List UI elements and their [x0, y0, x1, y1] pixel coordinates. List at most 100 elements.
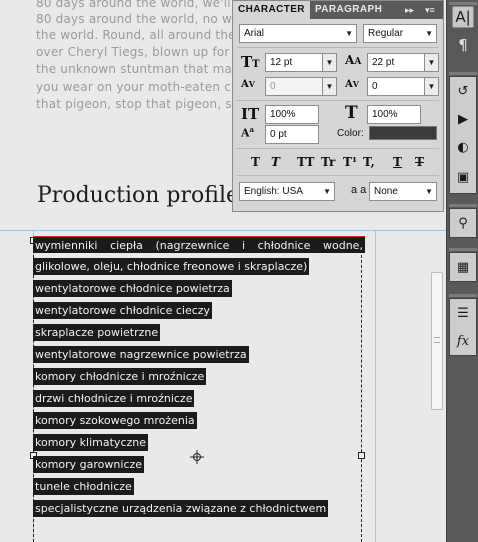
paragraph-icon[interactable]: ¶	[452, 34, 474, 56]
superscript-button[interactable]: T¹	[343, 155, 357, 169]
dock-group-grip	[449, 204, 477, 207]
collapse-panel-icon[interactable]: ▸▸	[405, 1, 414, 19]
selected-text-line[interactable]: komory chłodnicze i mroźnicze	[33, 368, 207, 385]
selected-text-line[interactable]: komory szokowego mrożenia	[33, 412, 197, 429]
vertical-scale-input[interactable]: 100%	[265, 105, 319, 124]
panel-divider	[237, 100, 439, 101]
dock-group-grip	[449, 2, 477, 5]
anti-alias-icon: a a	[351, 184, 367, 196]
masks-icon[interactable]: ▣	[452, 166, 474, 188]
selected-text-line[interactable]: skraplacze powietrzne	[33, 324, 161, 341]
chevron-down-icon: ▼	[323, 187, 331, 196]
font-family-value: Arial	[244, 28, 265, 39]
background-text-line: 80 days around the world, we'll find	[36, 0, 259, 10]
baseline-shift-input[interactable]: 0 pt	[265, 125, 319, 144]
styles-icon[interactable]: ◐	[452, 136, 474, 158]
font-style-select[interactable]: Regular ▼	[363, 24, 437, 43]
anti-alias-select[interactable]: None ▼	[369, 182, 437, 201]
panel-dock-toolbar: A| ¶ ↺ ▶ ◐ ▣ ⚲ ▦ ☰ fx	[446, 0, 478, 542]
chevron-down-icon: ▼	[345, 29, 353, 38]
selected-text-line[interactable]: tunele chłodnicze	[33, 478, 134, 495]
selected-text-line[interactable]: komory klimatyczne	[33, 434, 149, 451]
selected-text-line[interactable]: wentylatorowe chłodnice cieczy	[33, 302, 213, 319]
selected-word: (nagrzewnice	[155, 239, 230, 252]
panel-divider	[237, 148, 439, 149]
font-size-value: 12 pt	[270, 57, 293, 68]
chevron-down-icon[interactable]: ▼	[424, 54, 438, 71]
leading-icon: AA	[345, 53, 362, 67]
font-size-icon: TT	[241, 53, 260, 71]
baseline-shift-icon: Aa	[241, 125, 255, 140]
heading-text[interactable]: Production profile	[37, 183, 239, 208]
text-color-swatch[interactable]	[369, 126, 437, 140]
font-size-input[interactable]: 12 pt ▼	[265, 53, 337, 72]
kerning-select[interactable]: 0 ▼	[265, 77, 337, 96]
kerning-icon: AV	[241, 79, 255, 90]
crosshair-icon	[190, 450, 204, 464]
chevron-down-icon[interactable]: ▼	[322, 78, 336, 95]
frame-handle-middle-right[interactable]	[358, 452, 365, 459]
history-icon[interactable]: ↺	[452, 80, 474, 102]
background-text-line: the unknown stuntman that makes	[36, 62, 253, 76]
strikethrough-button[interactable]: T	[415, 155, 424, 169]
background-text-line: that pigeon, stop that pigeon, stop	[36, 97, 253, 111]
baseline-shift-value: 0 pt	[270, 129, 287, 140]
selected-word: chłodnice	[257, 239, 311, 252]
faux-bold-button[interactable]: T	[251, 155, 260, 169]
chevron-down-icon[interactable]: ▼	[322, 54, 336, 71]
selected-word: ciepła	[110, 239, 143, 252]
language-value: English: USA	[244, 186, 303, 197]
actions-icon[interactable]: ▶	[452, 108, 474, 130]
horizontal-scale-input[interactable]: 100%	[367, 105, 421, 124]
selected-text-line[interactable]: komory garownicze	[33, 456, 145, 473]
scrollbar-grip-icon	[434, 337, 440, 343]
subscript-button[interactable]: T,	[363, 155, 375, 169]
tracking-icon: AV	[345, 79, 359, 90]
text-frame-right	[361, 240, 362, 542]
tracking-value: 0	[372, 81, 378, 92]
all-caps-button[interactable]: TT	[297, 155, 314, 169]
chevron-down-icon: ▼	[425, 187, 433, 196]
selected-text-line[interactable]: wymienniki ciepła (nagrzewnice i chłodni…	[33, 236, 365, 253]
selected-word: wodne,	[323, 239, 363, 252]
swatches-icon[interactable]: ▦	[452, 256, 474, 278]
character-icon[interactable]: A|	[452, 6, 474, 28]
selected-text-line[interactable]: wentylatorowe nagrzewnice powietrza	[33, 346, 249, 363]
anti-alias-value: None	[374, 186, 398, 197]
font-style-value: Regular	[368, 28, 404, 39]
vertical-scrollbar[interactable]	[431, 272, 443, 410]
tab-character[interactable]: CHARACTER	[233, 1, 310, 19]
leading-input[interactable]: 22 pt ▼	[367, 53, 439, 72]
color-label: Color:	[337, 128, 364, 139]
language-select[interactable]: English: USA ▼	[239, 182, 335, 201]
kerning-value: 0	[270, 81, 276, 92]
panel-divider	[237, 47, 439, 48]
panel-menu-icon[interactable]: ▾≡	[425, 1, 435, 19]
horizontal-scale-value: 100%	[372, 109, 398, 120]
layer-effects-icon[interactable]: fx	[452, 330, 474, 352]
panel-tab-bar: CHARACTER PARAGRAPH ▸▸ ▾≡	[233, 1, 443, 19]
tab-paragraph[interactable]: PARAGRAPH	[310, 1, 387, 19]
tool-presets-icon[interactable]: ⚲	[452, 212, 474, 234]
layer-comps-icon[interactable]: ☰	[452, 302, 474, 324]
selected-text-line[interactable]: glikolowe, oleju, chłodnice freonowe i s…	[33, 258, 310, 275]
selected-word: wymienniki	[35, 239, 98, 252]
background-text-line: you wear on your moth-eaten ches	[36, 80, 253, 94]
chevron-down-icon: ▼	[425, 29, 433, 38]
guide-line	[375, 230, 376, 542]
guide-line	[0, 230, 446, 231]
underline-button[interactable]: T	[393, 155, 402, 169]
selected-word: i	[241, 239, 246, 252]
dock-group-grip	[449, 72, 477, 75]
faux-italic-button[interactable]: T	[271, 155, 280, 169]
horizontal-scale-icon: T	[345, 103, 358, 123]
selected-text-line[interactable]: drzwi chłodnicze i mroźnicze	[33, 390, 195, 407]
selected-text-line[interactable]: specjalistyczne urządzenia związane z ch…	[33, 500, 329, 517]
tracking-select[interactable]: 0 ▼	[367, 77, 439, 96]
selected-text-line[interactable]: wentylatorowe chłodnice powietrza	[33, 280, 232, 297]
dock-group-grip	[449, 294, 477, 297]
vertical-scale-value: 100%	[270, 109, 296, 120]
font-family-select[interactable]: Arial ▼	[239, 24, 357, 43]
small-caps-button[interactable]: Tr	[321, 155, 335, 169]
chevron-down-icon[interactable]: ▼	[424, 78, 438, 95]
